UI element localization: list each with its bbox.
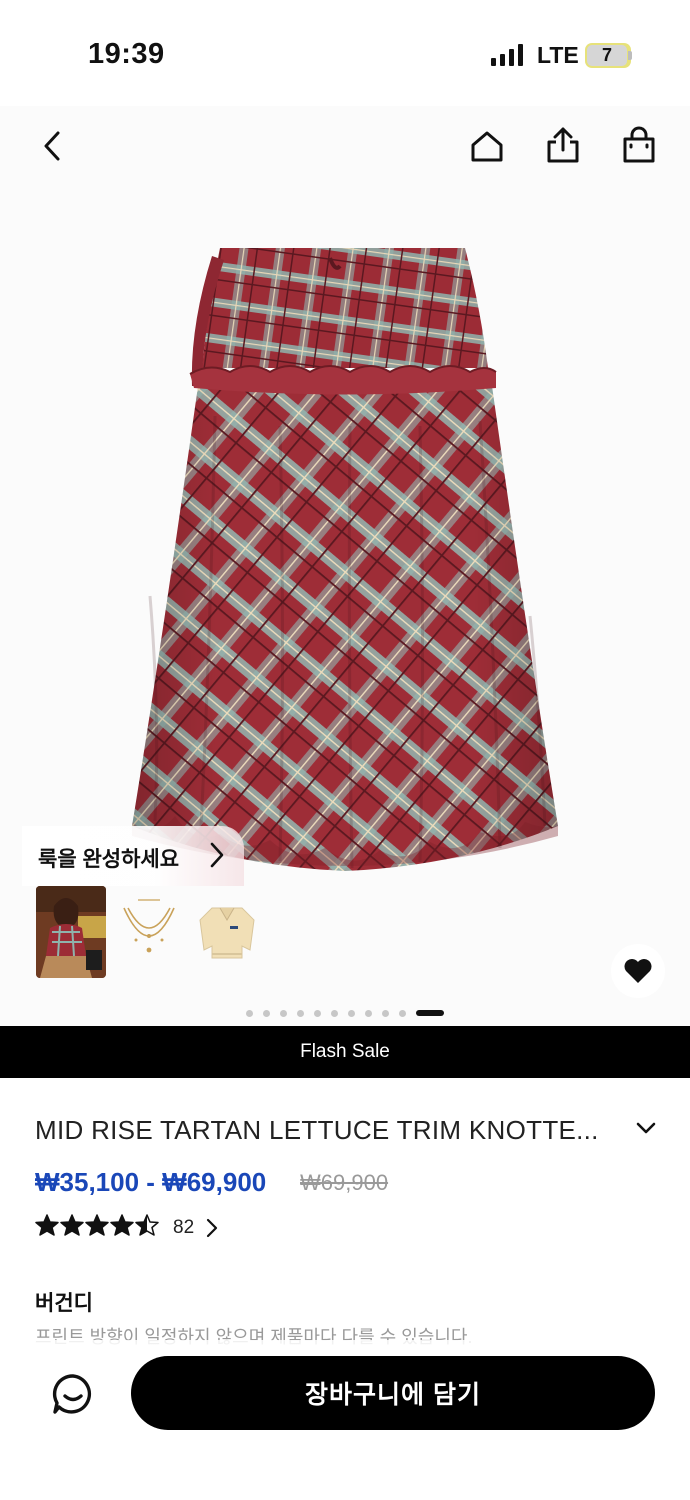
- price-range: ₩35,100 - ₩69,900: [35, 1167, 267, 1197]
- complete-look-thumbnails: [36, 886, 262, 982]
- color-name: 버건디: [35, 1292, 93, 1315]
- complete-look-panel[interactable]: 룩을 완성하세요: [22, 826, 262, 996]
- pagination-dot[interactable]: [382, 1009, 389, 1017]
- home-button[interactable]: [465, 124, 509, 168]
- status-time: 19:39: [88, 38, 165, 70]
- chat-icon: [52, 1374, 92, 1414]
- rating-summary[interactable]: 82: [35, 1214, 218, 1241]
- bottom-action-bar: 장바구니에 담기: [0, 1340, 690, 1500]
- pagination-dot[interactable]: [348, 1009, 355, 1017]
- pagination-dot[interactable]: [314, 1009, 321, 1017]
- back-button[interactable]: [30, 124, 74, 168]
- complete-look-title: 룩을 완성하세요: [38, 848, 180, 871]
- battery-cap: [628, 51, 632, 60]
- gallery-pagination: [246, 1009, 444, 1017]
- look-thumbnail-gold-necklace[interactable]: [114, 886, 184, 978]
- chevron-right-icon: [206, 1218, 218, 1238]
- add-to-cart-button[interactable]: 장바구니에 담기: [131, 1356, 655, 1430]
- signal-icon: [491, 44, 523, 66]
- flash-sale-label: Flash Sale: [300, 1041, 390, 1062]
- pagination-dot[interactable]: [297, 1009, 304, 1017]
- star-icon: [60, 1214, 84, 1241]
- shopping-bag-button[interactable]: [617, 123, 661, 167]
- rating-stars: [35, 1214, 159, 1241]
- chat-button[interactable]: [47, 1368, 99, 1420]
- flash-sale-banner[interactable]: Flash Sale: [0, 1026, 690, 1078]
- back-icon: [44, 131, 60, 161]
- product-title[interactable]: MID RISE TARTAN LETTUCE TRIM KNOTTE...: [35, 1115, 610, 1146]
- product-image-skirt: [120, 236, 570, 906]
- original-price: ₩69,900: [300, 1170, 389, 1195]
- wishlist-button[interactable]: [611, 944, 665, 998]
- pagination-dot[interactable]: [263, 1009, 270, 1017]
- look-thumbnail-cream-sweater[interactable]: [192, 886, 262, 978]
- network-type: LTE: [537, 42, 579, 68]
- heart-icon: [624, 959, 652, 983]
- star-icon: [85, 1214, 109, 1241]
- pagination-dot[interactable]: [399, 1009, 406, 1017]
- battery-level: 7: [587, 45, 627, 66]
- complete-look-header[interactable]: 룩을 완성하세요: [22, 826, 244, 886]
- review-count: 82: [173, 1216, 195, 1238]
- product-image-gallery[interactable]: 룩을 완성하세요: [0, 106, 690, 1026]
- status-bar: 19:39 LTE 7: [0, 0, 690, 106]
- star-icon: [135, 1214, 159, 1241]
- shopping-bag-icon: [623, 126, 655, 163]
- star-icon: [110, 1214, 134, 1241]
- pagination-dot[interactable]: [365, 1009, 372, 1017]
- battery-icon: 7: [585, 43, 631, 68]
- chevron-down-icon[interactable]: [634, 1120, 658, 1141]
- product-info: MID RISE TARTAN LETTUCE TRIM KNOTTE... ₩…: [0, 1078, 690, 1358]
- chevron-right-icon: [208, 840, 226, 875]
- home-icon: [471, 131, 503, 162]
- look-thumbnail-model-photo[interactable]: [36, 886, 106, 978]
- share-button[interactable]: [541, 123, 585, 167]
- pagination-dot[interactable]: [246, 1009, 253, 1017]
- share-icon: [547, 127, 579, 163]
- pagination-dot[interactable]: [280, 1009, 287, 1017]
- pagination-dot-active[interactable]: [416, 1010, 444, 1016]
- star-icon: [35, 1214, 59, 1241]
- pagination-dot[interactable]: [331, 1009, 338, 1017]
